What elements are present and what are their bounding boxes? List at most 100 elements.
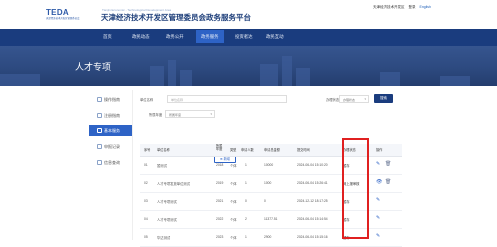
teda-logo[interactable]: TEDA 天津经济技术开发区管理委员会 (46, 8, 80, 23)
cell-no: 01 (144, 163, 148, 167)
banner: 人才专项 (0, 46, 497, 86)
cell-no: 05 (144, 235, 148, 239)
cell-type: 个体 (230, 164, 237, 168)
banner-skyline (180, 70, 192, 86)
cell-name: 人才专项发放单位测试 (157, 182, 190, 186)
cell-year: 2023 (216, 235, 224, 239)
cell-name: 暂测试 (157, 164, 167, 168)
cell-amount: 2900 (264, 235, 272, 239)
sidebar: 操作指南 注册指南 基本服务 申报记录 信息查询 (89, 90, 133, 240)
cell-year: 2019 (216, 181, 224, 185)
cell-time: 2024-06-04 15:10:20 (297, 163, 328, 167)
col-header: 提交时间 (297, 148, 310, 152)
status-column-highlight (342, 138, 369, 239)
banner-skyline (0, 74, 40, 86)
sidebar-item-label: 信息查询 (104, 160, 120, 165)
delete-icon[interactable]: 🗑 (385, 180, 391, 185)
col-header: 所属年度 (216, 144, 223, 151)
cell-no: 02 (144, 181, 148, 185)
home-link[interactable]: 天津经济技术开发区 (373, 5, 405, 9)
top-bar: TEDA 天津经济技术开发区管理委员会 Tianjin Economic - T… (0, 0, 497, 30)
cell-type: 个体 (230, 236, 237, 240)
chevron-down-icon: ▾ (210, 112, 212, 116)
site-title: 天津经济技术开发区管理委员会政务服务平台 (101, 13, 251, 22)
nav-item-home[interactable]: 首页 (103, 34, 112, 40)
cell-amount: 0 (264, 199, 266, 203)
banner-skyline (168, 60, 176, 86)
col-header: 单位名称 (157, 148, 170, 152)
cell-people: 1 (245, 181, 247, 185)
sidebar-item-label: 注册指南 (104, 113, 120, 118)
search-icon (97, 160, 102, 165)
banner-skyline (260, 64, 278, 86)
status-select-value: 办理状态 (343, 98, 356, 102)
year-select-value: 所属年度 (169, 113, 182, 117)
sidebar-item-basic-service[interactable]: 基本服务 (89, 125, 132, 136)
cell-no: 04 (144, 217, 148, 221)
status-select[interactable]: 办理状态 ▾ (339, 95, 369, 103)
sidebar-item-guide[interactable]: 操作指南 (89, 94, 132, 105)
col-header: 序号 (144, 148, 151, 152)
chevron-down-icon: ▾ (364, 97, 366, 101)
cell-name: 华达测试 (157, 236, 171, 240)
year-label: 所属年度 (149, 113, 163, 117)
view-icon[interactable]: 👁 (376, 180, 382, 185)
cell-time: 2024-06-04 15:14:54 (297, 217, 328, 221)
company-label: 单位名称 (140, 98, 154, 102)
cell-year: 2018 (216, 163, 224, 167)
cell-name: 人才专项测试 (157, 218, 177, 222)
status-label: 办理状态 (326, 98, 340, 102)
cell-people: 1 (245, 235, 247, 239)
banner-skyline (440, 76, 470, 86)
col-header: 类型 (230, 148, 237, 152)
col-header: 申请总金额 (264, 148, 280, 152)
cell-amount: 10000 (264, 163, 274, 167)
logo-subtitle: 天津经济技术开发区管理委员会 (46, 17, 80, 20)
logo-brand: TEDA (46, 8, 69, 17)
page-title: 人才专项 (75, 62, 112, 72)
cell-people: 1 (245, 163, 247, 167)
nav-item-interaction[interactable]: 政民互动 (266, 34, 284, 40)
sidebar-item-query[interactable]: 信息查询 (89, 157, 132, 168)
cell-type: 个体 (230, 182, 237, 186)
edit-icon[interactable]: ✎ (376, 162, 380, 167)
banner-skyline (296, 68, 310, 86)
edit-icon[interactable]: ✎ (376, 198, 380, 203)
top-links: 天津经济技术开发区 登录 English (370, 5, 431, 10)
cell-time: 2024-06-04 15:26:41 (297, 181, 328, 185)
nav-item-investors[interactable]: 投资者达 (235, 34, 253, 40)
year-select[interactable]: 所属年度 ▾ (165, 110, 215, 118)
cell-no: 03 (144, 199, 148, 203)
register-icon (97, 113, 102, 118)
col-header: 申请人数 (241, 148, 254, 152)
nav-item-news[interactable]: 政民动态 (132, 34, 150, 40)
search-button[interactable]: 搜索 (374, 94, 393, 103)
sidebar-item-label: 申报记录 (104, 144, 120, 149)
login-link[interactable]: 登录 (409, 5, 416, 9)
banner-skyline (150, 66, 164, 86)
cell-year: 2022 (216, 217, 224, 221)
delete-icon[interactable]: 🗑 (385, 162, 391, 167)
cell-people: 0 (245, 199, 247, 203)
sidebar-item-label: 基本服务 (104, 128, 120, 133)
company-input[interactable]: 单位名称 (167, 95, 287, 103)
sidebar-item-register[interactable]: 注册指南 (89, 110, 132, 121)
cell-name: 人才专项测试 (157, 200, 177, 204)
cell-type: 个体 (230, 218, 237, 222)
nav-item-public[interactable]: 政务公开 (166, 34, 184, 40)
banner-skyline (380, 72, 400, 86)
banner-skyline (282, 56, 292, 86)
cell-time: 2024-12-12 18:17:25 (297, 199, 328, 203)
edit-icon[interactable]: ✎ (376, 216, 380, 221)
cell-type: 个体 (230, 200, 237, 204)
cell-amount: 1000 (264, 181, 272, 185)
sidebar-item-records[interactable]: 申报记录 (89, 141, 132, 152)
cell-time: 2024-06-04 15:15:16 (297, 235, 328, 239)
nav-item-services[interactable]: 政务服务 (196, 30, 224, 43)
main-nav: 首页 政民动态 政务公开 政务服务 投资者达 政民互动 (0, 29, 497, 47)
language-link[interactable]: English (420, 5, 431, 9)
grid-icon (97, 128, 102, 133)
edit-icon[interactable]: ✎ (376, 234, 380, 239)
col-header: 操作 (376, 148, 383, 152)
document-icon (97, 97, 102, 102)
